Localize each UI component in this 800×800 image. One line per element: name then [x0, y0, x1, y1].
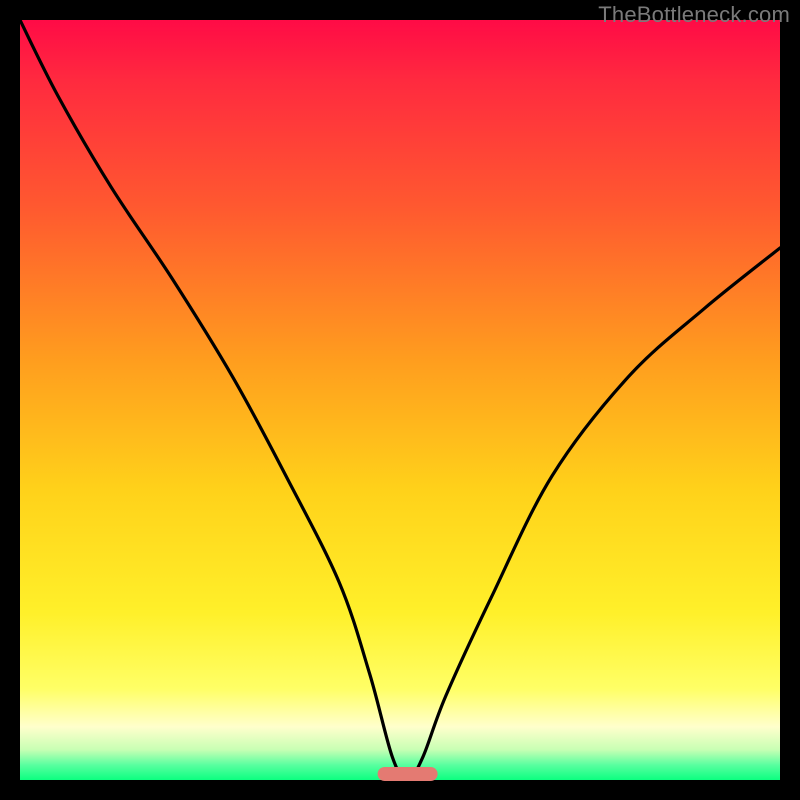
optimal-marker: [377, 767, 438, 781]
attribution-label: TheBottleneck.com: [598, 2, 790, 28]
chart-frame: TheBottleneck.com: [0, 0, 800, 800]
plot-area: [20, 20, 780, 780]
curve-svg: [20, 20, 780, 780]
bottleneck-curve-path: [20, 20, 780, 780]
